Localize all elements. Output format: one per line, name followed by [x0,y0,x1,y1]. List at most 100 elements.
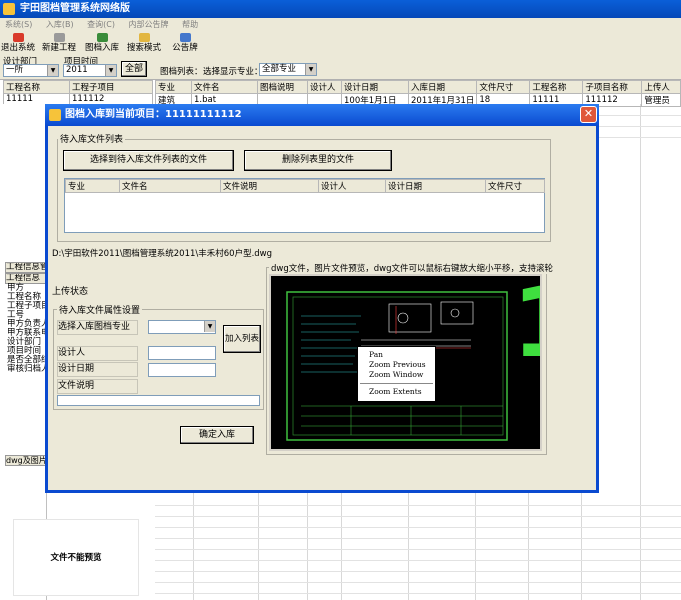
drawing-content [361,301,474,347]
drawing-cyan-lines [301,315,361,373]
col-header[interactable]: 子项目名称 [582,80,643,94]
col-header[interactable]: 工程名称 [529,80,584,94]
description-input[interactable] [57,395,260,406]
menu-notice[interactable]: 内部公告牌 [129,20,169,29]
notice-icon [179,33,191,42]
col-header[interactable]: 专业 [65,179,120,193]
subproject-header[interactable]: 工程子项目 [69,80,153,94]
filter-bar: 设计部门 项目时间 一所 ▼ 2011 ▼ 全部 图档列表： 选择显示专业： 全… [0,55,681,80]
specialty-filter-value: 全部专业 [262,64,297,74]
designer-label: 设计人 [57,346,138,361]
col-header[interactable]: 文件尺寸 [476,80,531,94]
attributes-legend: 待入库文件属性设置 [57,303,143,316]
chevron-down-icon: ▼ [204,321,215,332]
new-project-icon [53,33,65,42]
dept-select[interactable]: 一所 ▼ [3,64,59,77]
app-title: 宇田图档管理系统网络版 [20,3,130,14]
app-logo-icon [3,3,15,15]
dialog-logo-icon [49,109,61,121]
file-path-text: D:\宇田软件2011\图档管理系统2011\丰禾村60户型.dwg [52,249,273,259]
drawing-red-lines [371,306,471,349]
notice-button[interactable]: 公告牌 [171,32,199,54]
toolbar: 退出系统 新建工程 图档入库 搜索模式 公告牌 [0,31,681,55]
exit-button[interactable]: 退出系统 [1,32,35,54]
designer-input[interactable] [148,346,216,360]
search-mode-label: 搜索模式 [126,43,161,53]
menu-help[interactable]: 帮助 [182,20,198,29]
col-header[interactable]: 上传人 [641,80,681,94]
delete-files-button[interactable]: 删除列表里的文件 [244,150,392,171]
archive-label: 图档入库 [84,43,119,53]
table-cell: 11111 [3,93,70,105]
menu-separator [360,383,433,384]
menu-item-zoom-window[interactable]: Zoom Window [358,370,435,380]
pending-files-legend: 待入库文件列表 [58,132,126,145]
menu-storage[interactable]: 入库(B) [46,20,74,29]
dwg-context-menu: Pan Zoom Previous Zoom Window Zoom Exten… [357,346,436,402]
file-table: 专业 文件名 图档说明 设计人 设计日期 入库日期 文件尺寸 工程名称 子项目名… [155,80,681,107]
col-header[interactable]: 设计人 [307,80,342,94]
upload-status-label: 上传状态 [52,287,89,297]
drawing-big-number: 1 [512,276,540,379]
col-header[interactable]: 文件尺寸 [485,179,545,193]
close-button[interactable]: ✕ [580,106,597,123]
design-date-label: 设计日期 [57,362,138,377]
confirm-archive-button[interactable]: 确定入库 [180,426,254,444]
chevron-down-icon: ▼ [305,64,316,75]
add-to-list-button[interactable]: 加入列表 [223,325,261,353]
info-item: 审核归档人 [7,364,50,374]
col-header[interactable]: 文件名 [119,179,221,193]
search-mode-button[interactable]: 搜索模式 [126,32,162,54]
col-header[interactable]: 文件说明 [220,179,319,193]
file-list-label: 图档列表： [160,67,203,77]
col-header[interactable]: 设计人 [318,179,386,193]
col-header[interactable]: 入库日期 [407,80,478,94]
col-header[interactable]: 设计日期 [341,80,409,94]
menu-bar: 系统(S) 入库(B) 查询(C) 内部公告牌 帮助 [0,18,681,31]
search-folder-icon [138,33,150,42]
table-cell: 111112 [69,93,153,105]
archive-icon [96,33,108,42]
time-select[interactable]: 2011 ▼ [63,64,117,77]
specialty-filter-select[interactable]: 全部专业 ▼ [259,63,317,76]
design-date-input[interactable] [148,363,216,377]
col-header[interactable]: 设计日期 [385,179,486,193]
specialty-select[interactable]: ▼ [148,320,216,334]
col-header[interactable]: 文件名 [191,80,258,94]
chevron-down-icon: ▼ [47,65,58,76]
dialog-titlebar: 图档入库到当前项目：11111111112 ✕ [45,104,599,126]
new-project-label: 新建工程 [41,43,76,53]
preview-panel-title: dwg及图片文 [5,455,47,466]
pending-file-table: 专业 文件名 文件说明 设计人 设计日期 文件尺寸 [65,179,545,193]
table-row[interactable]: 11111 111112 [3,93,153,105]
exit-icon [12,33,24,42]
menu-item-zoom-extents[interactable]: Zoom Extents [358,387,435,397]
exit-label: 退出系统 [1,43,36,53]
time-value: 2011 [66,65,88,75]
archive-button[interactable]: 图档入库 [84,32,120,54]
menu-system[interactable]: 系统(S) [5,20,32,29]
col-header[interactable]: 专业 [155,80,192,94]
project-name-header[interactable]: 工程名称 [3,80,70,94]
menu-query[interactable]: 查询(C) [87,20,115,29]
dialog-title: 图档入库到当前项目：11111111112 [65,109,242,120]
close-icon: ✕ [583,107,594,120]
preview-legend: dwg文件，图片文件预览，dwg文件可以鼠标右键放大缩小平移，支持滚轮 [269,262,555,274]
select-files-button[interactable]: 选择到待入库文件列表的文件 [63,150,234,171]
no-preview-box: 文件不能预览 [13,519,139,596]
new-project-button[interactable]: 新建工程 [41,32,77,54]
specialty-label: 选择入库图档专业 [57,320,138,335]
app-titlebar: 宇田图档管理系统网络版 [0,0,681,18]
all-button[interactable]: 全部 [121,61,147,77]
dept-value: 一所 [6,65,24,75]
notice-label: 公告牌 [172,43,198,53]
drawing-title-block [301,405,503,435]
menu-item-pan[interactable]: Pan [358,350,435,360]
description-label: 文件说明 [57,379,138,394]
chevron-down-icon: ▼ [105,65,116,76]
table-cell: 管理员 [641,93,681,107]
menu-item-zoom-previous[interactable]: Zoom Previous [358,360,435,370]
info-panel-title: 工程信息管理 [5,262,47,273]
col-header[interactable]: 图档说明 [257,80,308,94]
project-table: 工程名称 工程子项目 11111 111112 [3,80,153,105]
